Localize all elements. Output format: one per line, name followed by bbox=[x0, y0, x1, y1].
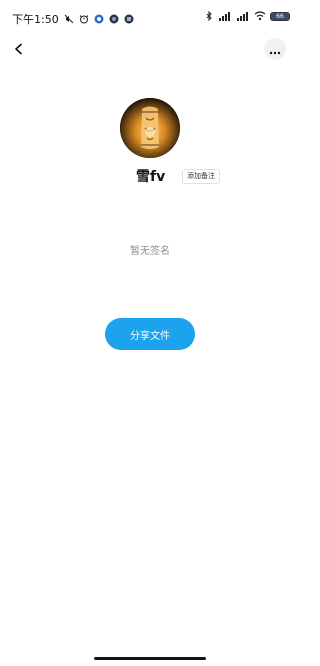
home-indicator[interactable] bbox=[94, 657, 206, 660]
app-notification-icon bbox=[124, 14, 134, 24]
signal-icon bbox=[218, 11, 232, 21]
app-notification-icon bbox=[94, 14, 104, 24]
battery-level: 66 bbox=[276, 12, 284, 20]
avatar[interactable] bbox=[120, 98, 180, 158]
bluetooth-icon bbox=[204, 10, 214, 22]
status-right: 66 bbox=[204, 10, 290, 22]
wifi-icon bbox=[254, 11, 266, 21]
lantern-avatar bbox=[120, 98, 180, 158]
more-options-button[interactable] bbox=[264, 38, 286, 60]
battery-icon: 66 bbox=[270, 11, 290, 21]
profile-page: 下午1:50 66 雪fv 添加备注 暂无签名 分享文件 bbox=[0, 0, 300, 666]
status-bar: 下午1:50 66 bbox=[0, 0, 300, 34]
alarm-icon bbox=[79, 14, 89, 24]
nickname: 雪fv bbox=[136, 169, 166, 185]
name-row: 雪fv 添加备注 bbox=[0, 168, 300, 188]
signature-text: 暂无签名 bbox=[130, 246, 170, 257]
app-notification-icon bbox=[109, 14, 119, 24]
back-button[interactable] bbox=[8, 38, 30, 60]
status-time: 下午1:50 bbox=[12, 13, 59, 26]
back-arrow-icon bbox=[13, 40, 25, 59]
share-file-button[interactable]: 分享文件 bbox=[105, 318, 195, 350]
add-remark-button[interactable]: 添加备注 bbox=[182, 169, 220, 184]
mute-icon bbox=[64, 14, 74, 24]
more-dots-icon bbox=[269, 40, 281, 59]
status-left: 下午1:50 bbox=[12, 11, 134, 27]
signal-icon bbox=[236, 11, 250, 21]
